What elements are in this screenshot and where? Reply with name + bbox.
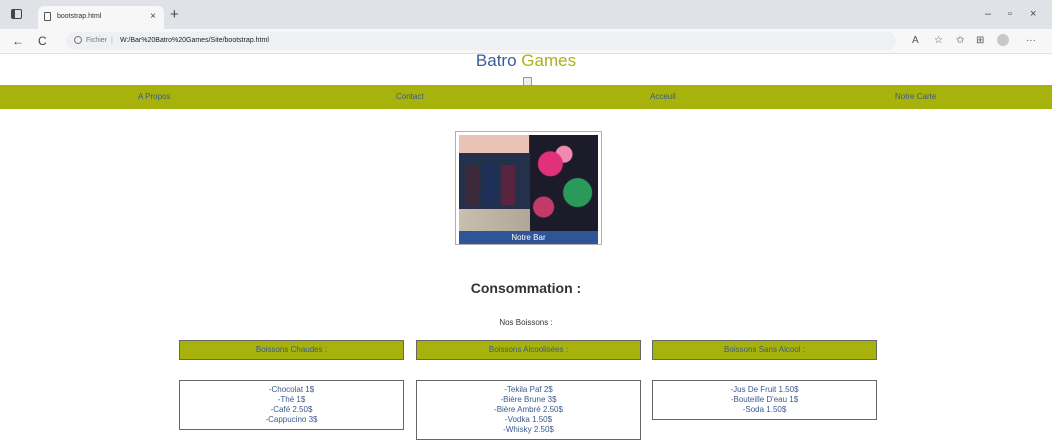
list-boissons-alcoolisees: -Tekila Paf 2$ -Bière Brune 3$ -Bière Am… [416,380,641,440]
new-tab-button[interactable]: + [170,6,179,23]
category-button-boissons-alcoolisees[interactable]: Boissons Alcoolisées : [416,340,641,360]
browser-titlebar: bootstrap.html × + – ▫ × [0,0,1052,29]
sidebar-toggle-icon[interactable] [11,9,22,19]
restore-button[interactable]: ▫ [1008,8,1012,20]
bar-photo-card[interactable]: Notre Bar [455,131,602,245]
list-boissons-chaudes: -Chocolat 1$ -Thé 1$ -Café 2.50$ -Cappuc… [179,380,404,430]
refresh-button[interactable]: C [38,34,47,48]
list-item: -Whisky 2.50$ [503,425,554,434]
list-item: -Thé 1$ [277,395,306,404]
list-item: -Jus De Fruit 1.50$ [730,385,799,394]
list-item: -Vodka 1.50$ [504,415,553,424]
category-button-boissons-chaudes[interactable]: Boissons Chaudes : [179,340,404,360]
list-item: -Café 2.50$ [270,405,313,414]
list-item: -Bouteille D'eau 1$ [730,395,799,404]
site-brand: Batro Games [0,51,1052,71]
back-button[interactable]: ← [12,34,24,48]
brand-part-1: Batro [475,51,517,70]
nav-acceuil[interactable]: Acceuil [650,92,676,101]
nav-contact[interactable]: Contact [396,92,424,101]
collections-icon[interactable]: ⊞ [976,35,984,46]
profile-avatar-icon[interactable] [997,34,1009,46]
add-favorite-icon[interactable]: ☆ [934,35,943,46]
list-boissons-sans-alcool: -Jus De Fruit 1.50$ -Bouteille D'eau 1$ … [652,380,877,420]
page-content: Batro Games A Propos Contact Acceuil Not… [0,51,1052,448]
close-window-button[interactable]: × [1030,8,1036,20]
url-field[interactable]: Fichier | W:/Bar%20Batro%20Games/Site/bo… [66,32,896,50]
list-item: -Tekila Paf 2$ [504,385,553,394]
list-item: -Chocolat 1$ [268,385,315,394]
read-aloud-icon[interactable]: A [912,35,919,46]
info-icon[interactable] [74,36,82,44]
url-separator: | [111,37,113,44]
main-navbar: A Propos Contact Acceuil Notre Carte [0,85,1052,109]
category-button-boissons-sans-alcool[interactable]: Boissons Sans Alcool : [652,340,877,360]
section-subtitle: Nos Boissons : [499,318,553,327]
minimize-button[interactable]: – [985,8,991,20]
list-item: -Bière Brune 3$ [500,395,557,404]
nav-notre-carte[interactable]: Notre Carte [895,92,936,101]
photo-caption: Notre Bar [459,231,598,244]
bar-photo [459,135,598,231]
tab-title: bootstrap.html [57,13,102,20]
list-item: -Cappucino 3$ [265,415,318,424]
section-title: Consommation : [470,280,582,296]
more-menu-button[interactable]: ··· [1026,35,1036,46]
url-scheme: Fichier [86,37,108,44]
document-icon [44,12,51,21]
favorites-icon[interactable]: ✩ [956,35,964,46]
brand-part-2: Games [521,51,577,70]
url-text: W:/Bar%20Batro%20Games/Site/bootstrap.ht… [120,37,269,44]
list-item: -Soda 1.50$ [742,405,787,414]
list-item: -Bière Ambré 2.50$ [494,405,563,414]
tab-close-button[interactable]: × [150,11,156,22]
nav-a-propos[interactable]: A Propos [138,92,170,101]
browser-tab[interactable]: bootstrap.html × [38,6,164,29]
